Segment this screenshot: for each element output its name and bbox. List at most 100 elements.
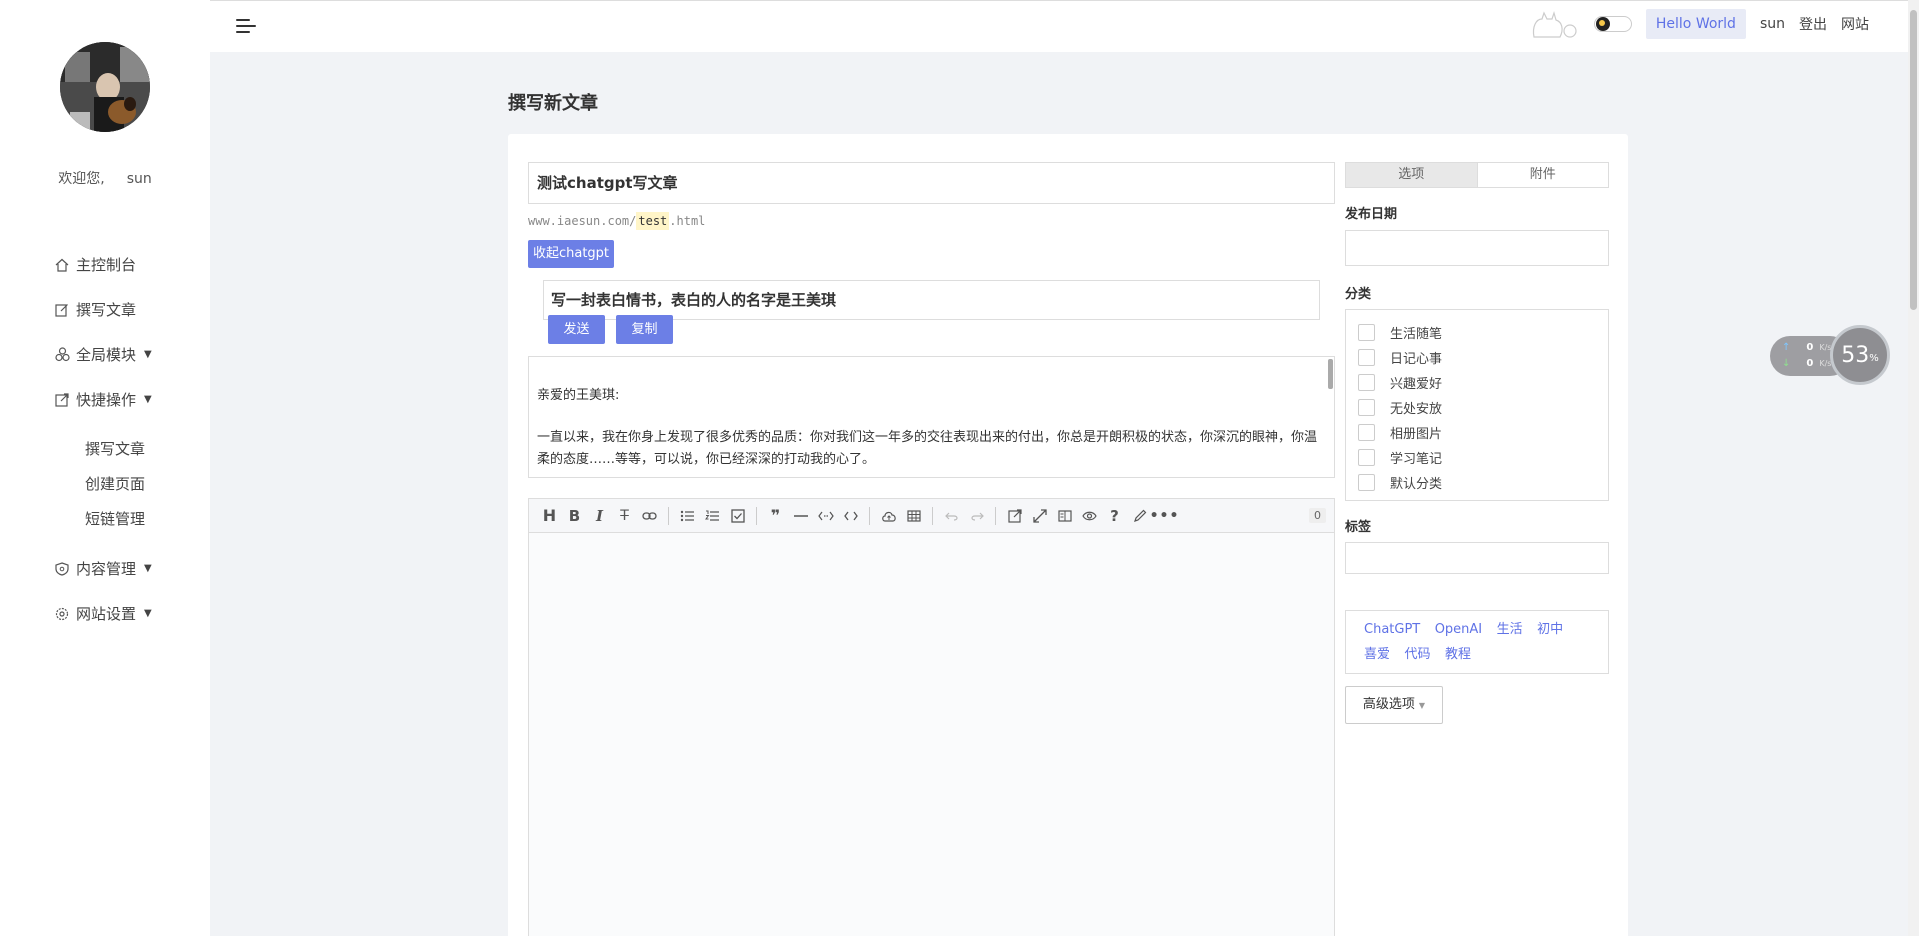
publish-date-label: 发布日期 — [1345, 207, 1398, 222]
hello-world-link[interactable]: Hello World — [1645, 9, 1746, 39]
top-right-actions: Hello World sun 登出 网站 — [1530, 9, 1869, 39]
checkbox[interactable] — [1358, 424, 1375, 441]
category-option[interactable]: 日记心事 — [1346, 345, 1608, 370]
category-option[interactable]: 兴趣爱好 — [1346, 370, 1608, 395]
slug-input[interactable]: test — [636, 212, 670, 230]
tab-attachments[interactable]: 附件 — [1478, 163, 1609, 187]
checkbox[interactable] — [1358, 449, 1375, 466]
upload-cloud-icon[interactable] — [876, 504, 901, 528]
link-icon[interactable] — [637, 504, 662, 528]
sidebar-item-write-post[interactable]: 撰写文章 — [54, 299, 136, 320]
category-option[interactable]: 无处安放 — [1346, 395, 1608, 420]
modules-icon — [54, 347, 70, 363]
category-option[interactable]: 生活随笔 — [1346, 320, 1608, 345]
answer-line: 亲爱的王美琪: — [537, 388, 620, 403]
table-icon[interactable] — [901, 504, 926, 528]
tag-suggestion[interactable]: 生活 — [1497, 617, 1523, 642]
markdown-editor[interactable]: H B I T ❞ ? ••• 0 — [528, 498, 1335, 936]
fullscreen-icon[interactable] — [1027, 504, 1052, 528]
user-link[interactable]: sun — [1760, 16, 1785, 32]
code-block-icon[interactable] — [838, 504, 863, 528]
avatar[interactable] — [60, 42, 150, 132]
bullet-list-icon[interactable] — [675, 504, 700, 528]
undo-icon[interactable] — [939, 504, 964, 528]
upload-speed: 0 — [1806, 342, 1814, 353]
pencil-icon[interactable] — [1127, 504, 1152, 528]
gear-icon — [54, 606, 70, 622]
page-title: 撰写新文章 — [508, 93, 598, 114]
sidebar-item-content-management[interactable]: 内容管理 ▼ — [54, 558, 152, 579]
post-title-input[interactable]: 测试chatgpt写文章 — [528, 162, 1335, 204]
dark-mode-toggle[interactable] — [1593, 16, 1632, 32]
open-external-icon[interactable] — [1002, 504, 1027, 528]
tags-input[interactable] — [1345, 542, 1609, 574]
caret-down-icon: ▼ — [144, 563, 152, 574]
horizontal-rule-icon[interactable] — [788, 504, 813, 528]
sidebar-item-label: 快捷操作 — [76, 391, 137, 409]
chatgpt-answer-area[interactable]: 亲爱的王美琪: 一直以来，我在你身上发现了很多优秀的品质：你对我们这一年多的交往… — [528, 356, 1335, 478]
publish-date-input[interactable] — [1345, 230, 1609, 266]
checkbox[interactable] — [1358, 374, 1375, 391]
scrollbar-thumb[interactable] — [1910, 10, 1917, 310]
quote-icon[interactable]: ❞ — [763, 504, 788, 528]
site-link[interactable]: 网站 — [1841, 14, 1869, 34]
sidebar-item-site-settings[interactable]: 网站设置 ▼ — [54, 603, 152, 624]
send-button[interactable]: 发送 — [548, 315, 605, 344]
checkbox[interactable] — [1358, 349, 1375, 366]
logout-link[interactable]: 登出 — [1799, 14, 1827, 34]
sidebar-subitem-shortlinks[interactable]: 短链管理 — [85, 508, 145, 529]
welcome-prefix: 欢迎您, — [58, 171, 105, 187]
heading-icon[interactable]: H — [537, 504, 562, 528]
preview-eye-icon[interactable] — [1077, 504, 1102, 528]
tag-suggestion[interactable]: 代码 — [1404, 642, 1430, 667]
toolbar-divider — [869, 506, 870, 525]
split-view-icon[interactable] — [1052, 504, 1077, 528]
checkbox[interactable] — [1358, 399, 1375, 416]
chatgpt-prompt-input[interactable]: 写一封表白情书，表白的人的名字是王美琪 — [543, 280, 1320, 320]
download-speed: 0 — [1806, 358, 1814, 369]
category-option[interactable]: 默认分类 — [1346, 470, 1608, 495]
home-icon — [54, 257, 70, 273]
answer-scrollbar[interactable] — [1328, 359, 1333, 389]
sidebar-subitem-write-post[interactable]: 撰写文章 — [85, 438, 145, 459]
network-speed-widget[interactable]: ↑ 0 K/s ↓ 0 K/s 53% — [1770, 325, 1890, 385]
editor-toolbar: H B I T ❞ ? ••• 0 — [529, 499, 1334, 533]
tab-options[interactable]: 选项 — [1346, 163, 1478, 187]
category-label-text: 日记心事 — [1390, 352, 1443, 367]
bold-icon[interactable]: B — [562, 504, 587, 528]
menu-toggle-icon[interactable] — [236, 19, 256, 35]
help-icon[interactable]: ? — [1102, 504, 1127, 528]
tag-suggestion[interactable]: 教程 — [1445, 642, 1471, 667]
sidebar-item-shortcuts[interactable]: 快捷操作 ▼ — [54, 389, 152, 410]
sidebar-item-label: 全局模块 — [76, 346, 137, 364]
tag-suggestion[interactable]: OpenAI — [1435, 617, 1482, 642]
ordered-list-icon[interactable] — [700, 504, 725, 528]
toolbar-divider — [668, 506, 669, 525]
checkbox[interactable] — [1358, 324, 1375, 341]
caret-down-icon: ▼ — [144, 394, 152, 405]
inline-code-icon[interactable] — [813, 504, 838, 528]
category-option[interactable]: 相册图片 — [1346, 420, 1608, 445]
strikethrough-icon[interactable]: T — [612, 504, 637, 528]
checklist-icon[interactable] — [725, 504, 750, 528]
redo-icon[interactable] — [964, 504, 989, 528]
italic-icon[interactable]: I — [587, 504, 612, 528]
copy-button[interactable]: 复制 — [616, 315, 673, 344]
usage-percent-sign: % — [1869, 352, 1879, 364]
tag-suggestion[interactable]: ChatGPT — [1364, 617, 1420, 642]
tag-suggestion[interactable]: 喜爱 — [1364, 642, 1390, 667]
category-option[interactable]: 学习笔记 — [1346, 445, 1608, 470]
page-scrollbar[interactable] — [1908, 0, 1919, 936]
more-icon[interactable]: ••• — [1150, 504, 1179, 528]
checkbox[interactable] — [1358, 474, 1375, 491]
advanced-options-button[interactable]: 高级选项 ▼ — [1345, 686, 1443, 724]
tag-suggestion[interactable]: 初中 — [1537, 617, 1563, 642]
sidebar-item-global-modules[interactable]: 全局模块 ▼ — [54, 344, 152, 365]
collapse-chatgpt-button[interactable]: 收起chatgpt — [528, 240, 614, 268]
side-tabs: 选项 附件 — [1345, 162, 1609, 188]
sidebar-subitem-create-page[interactable]: 创建页面 — [85, 473, 145, 494]
category-label-text: 默认分类 — [1390, 477, 1443, 492]
category-label-text: 生活随笔 — [1390, 327, 1443, 342]
caret-down-icon: ▼ — [1418, 701, 1426, 710]
sidebar-item-dashboard[interactable]: 主控制台 — [54, 254, 136, 275]
